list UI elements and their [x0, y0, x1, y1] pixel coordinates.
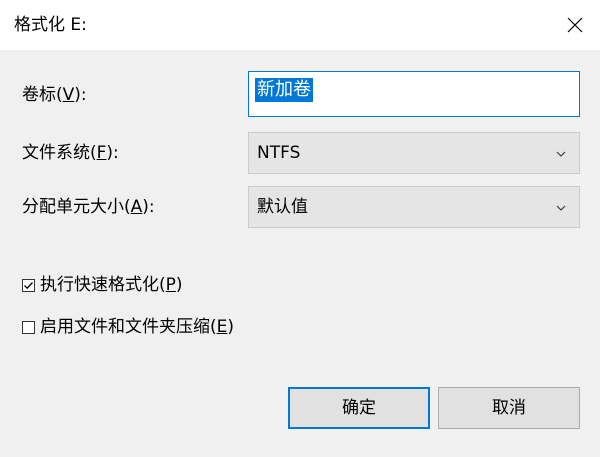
volume-label-value: 新加卷	[255, 78, 313, 102]
close-icon	[567, 17, 583, 33]
quick-format-checkbox[interactable]: 执行快速格式化(P)	[22, 274, 183, 296]
format-dialog: 格式化 E: 卷标(V): 新加卷 文件系统(F): NTFS 分配单元大小(A…	[0, 0, 600, 457]
compression-checkbox-box[interactable]	[22, 320, 35, 334]
ok-button[interactable]: 确定	[288, 387, 430, 429]
checkmark-icon	[24, 281, 33, 289]
cancel-button[interactable]: 取消	[438, 387, 580, 429]
compression-checkbox[interactable]: 启用文件和文件夹压缩(E)	[22, 316, 234, 338]
quick-format-label: 执行快速格式化(P)	[40, 275, 183, 295]
allocation-unit-label: 分配单元大小(A):	[22, 197, 155, 217]
file-system-label: 文件系统(F):	[22, 143, 119, 163]
chevron-down-icon	[556, 151, 566, 157]
dialog-title: 格式化 E:	[14, 15, 87, 35]
allocation-unit-select[interactable]: 默认值	[248, 186, 580, 228]
quick-format-checkbox-box[interactable]	[22, 278, 35, 292]
title-bar: 格式化 E:	[0, 0, 600, 50]
compression-label: 启用文件和文件夹压缩(E)	[40, 317, 235, 337]
volume-label-input[interactable]: 新加卷	[248, 71, 580, 117]
allocation-unit-value: 默认值	[257, 197, 308, 217]
close-button[interactable]	[550, 0, 600, 50]
file-system-select[interactable]: NTFS	[248, 132, 580, 174]
dialog-content: 卷标(V): 新加卷 文件系统(F): NTFS 分配单元大小(A): 默认值	[0, 50, 600, 457]
volume-label-label: 卷标(V):	[22, 85, 87, 105]
chevron-down-icon	[556, 205, 566, 211]
file-system-value: NTFS	[257, 143, 301, 163]
